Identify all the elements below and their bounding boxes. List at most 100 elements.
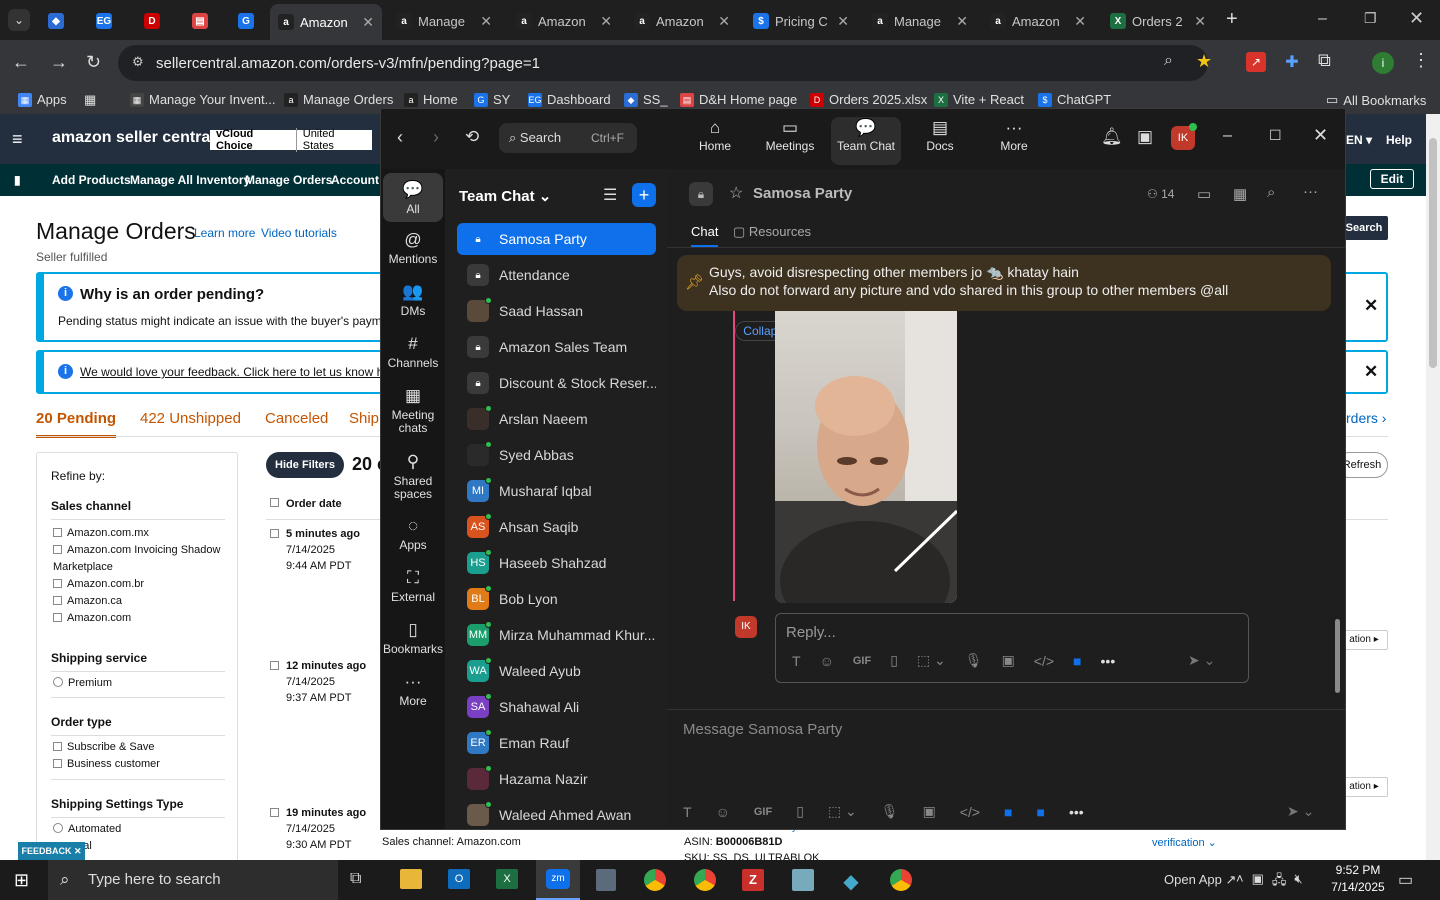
chat-list-item[interactable]: SA Shahawal Ali: [457, 691, 656, 723]
tab-pending[interactable]: 20 Pending: [36, 410, 117, 438]
close-tab-icon[interactable]: ✕: [362, 14, 374, 31]
sales-channel-checkbox[interactable]: Amazon.ca: [53, 593, 223, 610]
action-chip[interactable]: ation ▸: [1340, 777, 1388, 797]
microphone-icon[interactable]: 🎙︎: [881, 803, 899, 820]
video-icon[interactable]: ▭: [1197, 185, 1211, 203]
app-diamond-icon[interactable]: ◆: [840, 869, 862, 893]
open-app-button[interactable]: Open App ↗: [1164, 872, 1236, 888]
excel-icon[interactable]: X: [496, 869, 518, 889]
close-tab-icon[interactable]: ✕: [718, 13, 730, 30]
volume-muted-icon[interactable]: 🔇︎: [1294, 871, 1302, 893]
close-icon[interactable]: ✕: [1313, 125, 1328, 146]
business-customer-checkbox[interactable]: Business customer: [53, 758, 160, 770]
close-tab-icon[interactable]: ✕: [956, 13, 968, 30]
hide-filters-button[interactable]: Hide Filters: [266, 452, 344, 478]
nav-manage-orders[interactable]: Manage Orders: [245, 173, 332, 187]
premium-radio[interactable]: Premium: [53, 677, 112, 689]
emoji-icon[interactable]: ☺: [820, 653, 834, 669]
emoji-icon[interactable]: ☺: [716, 804, 730, 820]
browser-tab[interactable]: a Amazon ✕: [270, 4, 382, 40]
back-icon[interactable]: ‹: [397, 127, 403, 148]
row-checkbox[interactable]: [270, 808, 279, 817]
code-icon[interactable]: </>: [960, 804, 980, 820]
outlook-icon[interactable]: O: [448, 869, 470, 889]
zoom-taskbar-icon[interactable]: zm: [536, 860, 580, 900]
bookmark-item[interactable]: ▤ D&H Home page: [680, 92, 797, 107]
bookmark-item[interactable]: a Home: [404, 92, 458, 107]
row-checkbox[interactable]: [270, 529, 279, 538]
bookmark-item[interactable]: a Manage Orders: [284, 92, 393, 107]
rail-item-channels[interactable]: # Channels: [383, 333, 443, 370]
network-icon[interactable]: 🖧︎: [1272, 871, 1287, 893]
apps-grid-icon[interactable]: ▦: [84, 92, 96, 108]
more-icon[interactable]: •••: [1101, 653, 1116, 669]
hamburger-menu-icon[interactable]: ≡: [12, 129, 23, 150]
zoom-search-input[interactable]: ⌕ Search Ctrl+F: [499, 123, 637, 153]
chrome-menu-icon[interactable]: ⋮: [1412, 50, 1430, 71]
chat-list-item[interactable]: MI Musharaf Iqbal: [457, 475, 656, 507]
message-input[interactable]: Message Samosa Party: [683, 721, 842, 738]
tab-search-button[interactable]: ⌄: [8, 9, 30, 31]
extension-red-icon[interactable]: ↗: [1246, 52, 1266, 72]
windows-start-icon[interactable]: ⊞: [14, 870, 29, 891]
site-info-icon[interactable]: ⚙: [132, 54, 144, 70]
send-icon[interactable]: ➤ ⌄: [1188, 652, 1215, 669]
chat-list-item[interactable]: HS Haseeb Shahzad: [457, 547, 656, 579]
language-selector[interactable]: EN ▾: [1346, 133, 1372, 147]
chat-list-item[interactable]: 🔒︎ Samosa Party: [457, 223, 656, 255]
text-format-icon[interactable]: T: [792, 653, 801, 669]
close-icon[interactable]: ✕: [1364, 296, 1378, 316]
bookmark-star-icon[interactable]: ★: [1196, 51, 1212, 72]
chat-list-item[interactable]: 🔒︎ Amazon Sales Team: [457, 331, 656, 363]
send-icon[interactable]: ➤ ⌄: [1287, 803, 1314, 820]
rail-item-apps[interactable]: ◌ Apps: [383, 515, 443, 552]
bookmark-item[interactable]: D Orders 2025.xlsx: [810, 92, 927, 107]
reload-icon[interactable]: ↻: [86, 52, 101, 73]
bookmark-item[interactable]: G SY: [474, 92, 510, 107]
bookmark-item[interactable]: ▦ Manage Your Invent...: [130, 92, 275, 107]
nav-add-products[interactable]: Add Products: [52, 173, 131, 187]
amazon-logo[interactable]: amazon seller central: [52, 129, 215, 147]
orders-link[interactable]: rders ›: [1346, 410, 1386, 426]
address-bar[interactable]: ⚙ sellercentral.amazon.com/orders-v3/mfn…: [118, 45, 1212, 81]
scrollbar-thumb[interactable]: [1429, 138, 1437, 368]
feedback-tab[interactable]: FEEDBACK ✕: [18, 842, 85, 860]
browser-tab[interactable]: $ Pricing C ✕: [745, 6, 857, 36]
new-tab-button[interactable]: +: [1226, 8, 1238, 31]
chevron-up-icon[interactable]: ˄: [1236, 871, 1244, 893]
browser-tab[interactable]: EG: [88, 6, 128, 36]
text-format-icon[interactable]: T: [683, 804, 692, 820]
notifications-bell-icon[interactable]: 🔔︎: [1101, 127, 1123, 147]
filter-icon[interactable]: ☰: [603, 185, 617, 205]
all-bookmarks[interactable]: ▭ All Bookmarks: [1326, 92, 1426, 108]
rail-item-meeting-chats[interactable]: ▦ Meeting chats: [383, 385, 443, 435]
notes-icon[interactable]: ■: [1037, 804, 1045, 820]
extension-blue-icon[interactable]: ✚: [1282, 52, 1302, 72]
feedback-link[interactable]: We would love your feedback. Click here …: [80, 365, 399, 379]
chat-list-item[interactable]: MM Mirza Muhammad Khur...: [457, 619, 656, 651]
zoom-icon[interactable]: ⌕: [1164, 52, 1173, 70]
reply-input[interactable]: Reply...: [786, 624, 836, 641]
browser-tab[interactable]: X Orders 2 ✕: [1102, 6, 1214, 36]
tab-unshipped[interactable]: 422 Unshipped: [140, 410, 241, 427]
browser-tab[interactable]: D: [136, 6, 176, 36]
chat-list-item[interactable]: ER Eman Rauf: [457, 727, 656, 759]
chrome-alt-icon[interactable]: [890, 869, 912, 891]
learn-more-link[interactable]: Learn more: [194, 226, 255, 240]
payment-verification-link[interactable]: verification ⌄: [1152, 836, 1217, 849]
forward-icon[interactable]: ›: [433, 127, 439, 148]
browser-tab[interactable]: a Amazon ✕: [508, 6, 620, 36]
shared-photo[interactable]: [775, 311, 957, 603]
system-clock[interactable]: 9:52 PM 7/14/2025: [1330, 863, 1386, 894]
action-chip[interactable]: ation ▸: [1340, 630, 1388, 650]
chat-list-item[interactable]: 🔒︎ Attendance: [457, 259, 656, 291]
forward-icon[interactable]: →: [50, 52, 68, 73]
sales-channel-checkbox[interactable]: Amazon.com Invoicing Shadow Marketplace: [53, 542, 223, 576]
calendar-icon[interactable]: ▦: [1233, 185, 1247, 203]
bookmark-item[interactable]: EG Dashboard: [528, 92, 611, 107]
chat-list-item[interactable]: Waleed Ahmed Awan: [457, 799, 656, 829]
close-tab-icon[interactable]: ✕: [837, 13, 849, 30]
help-link[interactable]: Help: [1386, 133, 1412, 147]
screenshot-icon[interactable]: ⬚ ⌄: [917, 652, 946, 669]
chat-list-item[interactable]: WA Waleed Ayub: [457, 655, 656, 687]
